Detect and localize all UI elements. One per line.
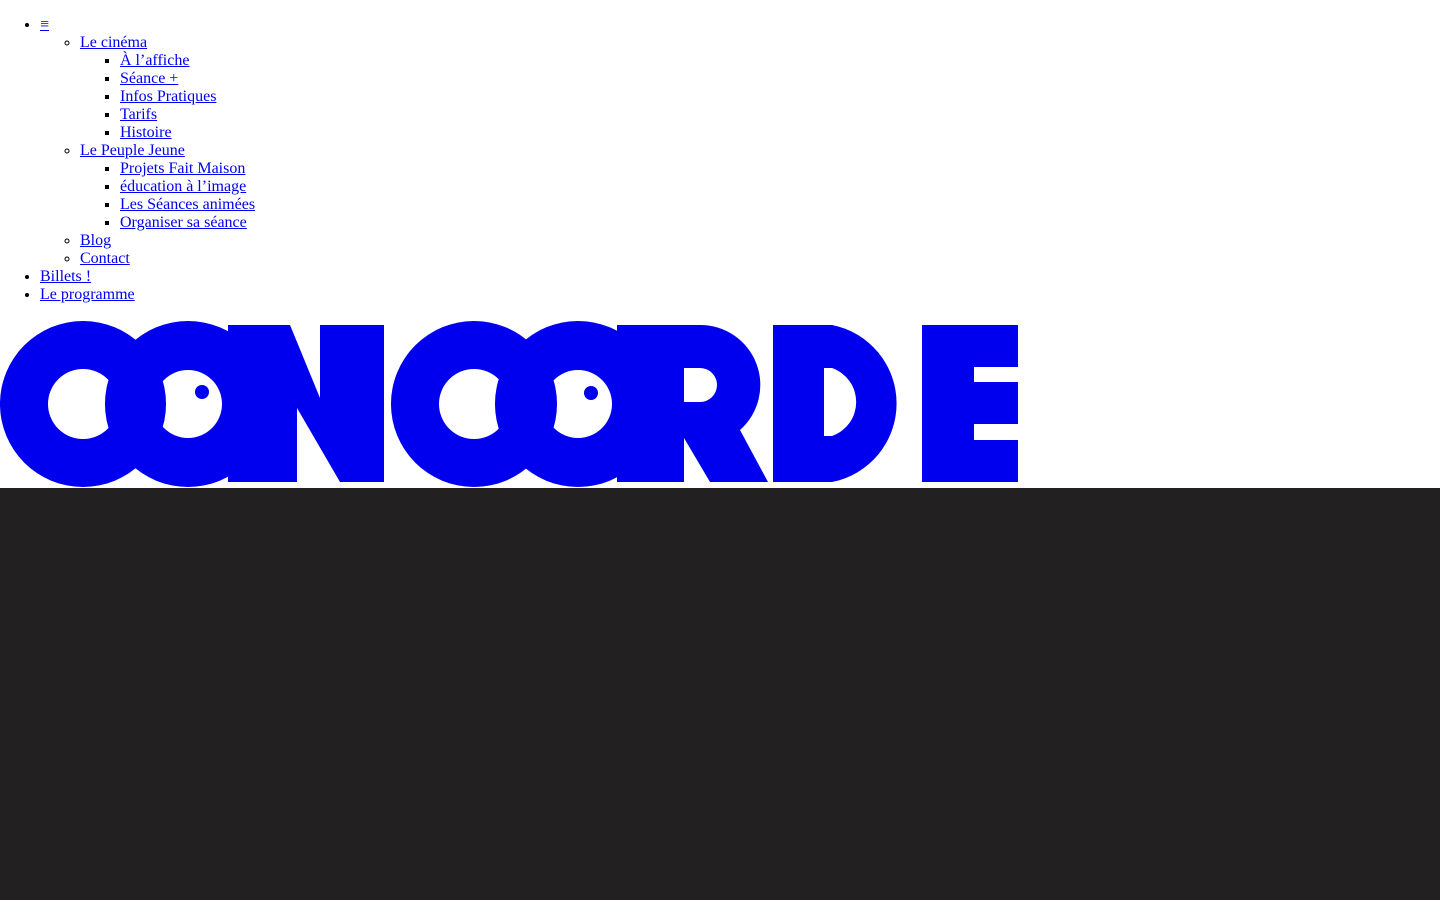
- link-blog[interactable]: Blog: [80, 232, 111, 249]
- main-navigation: ≡ Le cinéma À l’affiche Séance + Infos P…: [0, 16, 1440, 304]
- list-item: éducation à l’image: [120, 178, 1440, 196]
- submenu: Le cinéma À l’affiche Séance + Infos Pra…: [40, 34, 1440, 268]
- link-billets[interactable]: Billets !: [40, 268, 91, 285]
- link-seance-plus[interactable]: Séance +: [120, 70, 178, 87]
- list-item: Les Séances animées: [120, 196, 1440, 214]
- nav-item-cinema: Le cinéma À l’affiche Séance + Infos Pra…: [80, 34, 1440, 142]
- submenu-peuple-jeune: Projets Fait Maison éducation à l’image …: [80, 160, 1440, 232]
- link-le-peuple-jeune[interactable]: Le Peuple Jeune: [80, 142, 185, 159]
- submenu-cinema: À l’affiche Séance + Infos Pratiques Tar…: [80, 52, 1440, 142]
- link-education-image[interactable]: éducation à l’image: [120, 178, 246, 195]
- link-seances-animees[interactable]: Les Séances animées: [120, 196, 255, 213]
- menu-toggle-icon[interactable]: ≡: [40, 16, 49, 33]
- list-item: À l’affiche: [120, 52, 1440, 70]
- link-projets-fait-maison[interactable]: Projets Fait Maison: [120, 160, 245, 177]
- link-infos-pratiques[interactable]: Infos Pratiques: [120, 88, 216, 105]
- list-item: Projets Fait Maison: [120, 160, 1440, 178]
- dark-content-area: [0, 488, 1440, 900]
- nav-item-blog: Blog: [80, 232, 1440, 250]
- list-item: Infos Pratiques: [120, 88, 1440, 106]
- link-organiser-seance[interactable]: Organiser sa séance: [120, 214, 247, 231]
- nav-item-contact: Contact: [80, 250, 1440, 268]
- link-a-laffiche[interactable]: À l’affiche: [120, 52, 189, 69]
- link-tarifs[interactable]: Tarifs: [120, 106, 157, 123]
- list-item: Histoire: [120, 124, 1440, 142]
- list-item: Organiser sa séance: [120, 214, 1440, 232]
- link-le-cinema[interactable]: Le cinéma: [80, 34, 147, 51]
- list-item: Tarifs: [120, 106, 1440, 124]
- concorde-logo-icon: [0, 321, 1018, 487]
- concorde-logo[interactable]: [0, 318, 1440, 488]
- link-le-programme[interactable]: Le programme: [40, 286, 135, 303]
- nav-item-programme: Le programme: [40, 286, 1440, 304]
- nav-item-peuple-jeune: Le Peuple Jeune Projets Fait Maison éduc…: [80, 142, 1440, 232]
- list-item: Séance +: [120, 70, 1440, 88]
- nav-item-menu: ≡ Le cinéma À l’affiche Séance + Infos P…: [40, 16, 1440, 268]
- nav-list: ≡ Le cinéma À l’affiche Séance + Infos P…: [0, 16, 1440, 304]
- link-histoire[interactable]: Histoire: [120, 124, 172, 141]
- nav-item-billets: Billets !: [40, 268, 1440, 286]
- link-contact[interactable]: Contact: [80, 250, 130, 267]
